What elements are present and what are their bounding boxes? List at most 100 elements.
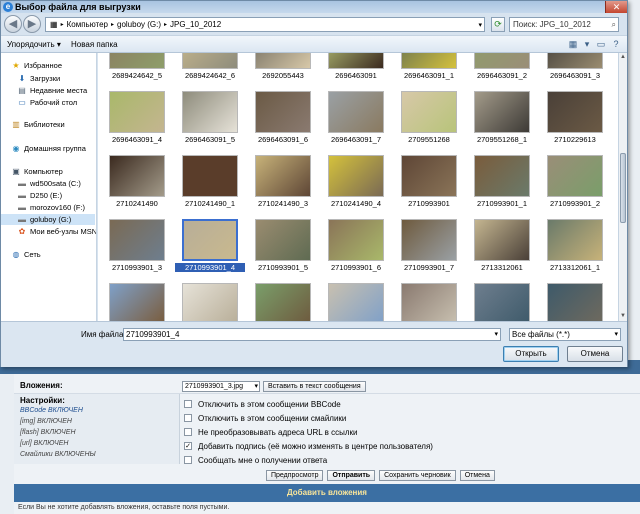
nav-computer[interactable]: ▣ Компьютер bbox=[11, 166, 63, 177]
breadcrumb-computer[interactable]: Компьютер bbox=[67, 20, 108, 29]
option-no-url-links[interactable]: Не преобразовывать адреса URL в ссылки bbox=[184, 426, 358, 438]
forward-arrow-icon[interactable]: ▶ bbox=[23, 15, 41, 33]
preview-pane-icon[interactable]: ▭ bbox=[595, 39, 607, 50]
address-bar[interactable]: ▦ ▸ Компьютер ▸ goluboy (G:) ▸ JPG_10_20… bbox=[45, 17, 485, 32]
file-thumbnail[interactable]: 2696463091_1 bbox=[394, 53, 464, 83]
back-arrow-icon[interactable]: ◀ bbox=[4, 15, 22, 33]
option-disable-smilies[interactable]: Отключить в этом сообщении смайлики bbox=[184, 412, 346, 424]
search-icon[interactable]: ⌕ bbox=[612, 18, 616, 31]
file-thumbnail[interactable]: 2696463091_2 bbox=[467, 53, 537, 83]
nav-drive-c[interactable]: ▬ wd500sata (C:) bbox=[17, 178, 81, 189]
file-thumbnail[interactable]: 2689424642_5 bbox=[102, 53, 172, 83]
file-thumbnail[interactable]: 2696463091_3 bbox=[540, 53, 610, 83]
breadcrumb-drive[interactable]: goluboy (G:) bbox=[117, 20, 161, 29]
scrollbar-thumb[interactable] bbox=[620, 153, 626, 223]
nav-downloads[interactable]: ⬇ Загрузки bbox=[17, 73, 61, 84]
file-thumbnail[interactable]: 2696463091_5 bbox=[175, 91, 245, 147]
nav-network[interactable]: ◍ Сеть bbox=[11, 249, 41, 260]
attachment-file-select[interactable]: 2710993901_3.jpg bbox=[182, 380, 260, 392]
chevron-down-icon[interactable]: ▾ bbox=[494, 329, 498, 340]
file-thumbnail[interactable]: 2710241490_1 bbox=[175, 155, 245, 211]
option-notify-reply[interactable]: Сообщать мне о получении ответа bbox=[184, 454, 327, 466]
add-attachments-bar[interactable]: Добавить вложения bbox=[14, 484, 640, 502]
file-thumbnail[interactable]: 2710993901_3 bbox=[102, 219, 172, 275]
nav-drive-e[interactable]: ▬ D250 (E:) bbox=[17, 190, 62, 201]
attachment-file-row: 2710993901_3.jpg Вставить в текст сообще… bbox=[182, 380, 366, 392]
option-disable-bbcode[interactable]: Отключить в этом сообщении BBCode bbox=[184, 398, 341, 410]
file-thumbnail[interactable]: 2710993901 bbox=[394, 155, 464, 211]
dialog-titlebar[interactable]: e Выбор файла для выгрузки ✕ bbox=[1, 1, 627, 13]
file-thumbnail[interactable]: 2696463091_7 bbox=[321, 91, 391, 147]
file-thumbnail[interactable]: 2696463091 bbox=[321, 53, 391, 83]
vertical-scrollbar[interactable]: ▲ ▼ bbox=[618, 53, 627, 321]
file-thumbnail[interactable]: 2709551268_1 bbox=[467, 91, 537, 147]
chevron-down-icon[interactable]: ▾ bbox=[478, 21, 482, 29]
file-thumbnail[interactable]: 2692055443 bbox=[248, 53, 318, 83]
view-options-icon[interactable]: ▦ bbox=[567, 39, 579, 50]
nav-label: Рабочий стол bbox=[30, 98, 78, 107]
file-thumbnail[interactable]: 134903862664001255 bbox=[467, 283, 537, 321]
nav-drive-f[interactable]: ▬ morozov160 (F:) bbox=[17, 202, 85, 213]
file-thumbnail[interactable]: 2696463091_6 bbox=[248, 91, 318, 147]
nav-libraries[interactable]: ▥ Библиотеки bbox=[11, 119, 64, 130]
file-thumbnail[interactable]: 2710993901_7 bbox=[394, 219, 464, 275]
chevron-right-icon[interactable]: ▸ bbox=[111, 21, 114, 28]
nav-desktop[interactable]: ▭ Рабочий стол bbox=[17, 97, 77, 108]
file-thumbnail[interactable]: 2710241490_4 bbox=[321, 155, 391, 211]
file-thumbnail[interactable]: 2715608560 bbox=[102, 283, 172, 321]
submit-button[interactable]: Отправить bbox=[327, 470, 376, 481]
file-thumbnail[interactable]: 2709551268 bbox=[394, 91, 464, 147]
file-thumbnail[interactable]: 2710241490_3 bbox=[248, 155, 318, 211]
option-add-signature[interactable]: ✓ Добавить подпись (её можно изменять в … bbox=[184, 440, 433, 452]
preview-button[interactable]: Предпросмотр bbox=[266, 470, 324, 481]
open-button[interactable]: Открыть bbox=[503, 346, 559, 362]
refresh-icon[interactable]: ⟳ bbox=[491, 17, 505, 32]
file-thumbnail[interactable]: 2689424642_6 bbox=[175, 53, 245, 83]
scroll-up-icon[interactable]: ▲ bbox=[619, 53, 627, 62]
organize-button[interactable]: Упорядочить ▾ bbox=[7, 40, 61, 49]
forum-cancel-button[interactable]: Отмена bbox=[459, 470, 495, 481]
file-thumbnail[interactable]: 2710993901_4 bbox=[175, 219, 245, 275]
file-thumbnail[interactable]: 2696463091_4 bbox=[102, 91, 172, 147]
file-thumbnail[interactable]: 2713312061_1 bbox=[540, 219, 610, 275]
new-folder-button[interactable]: Новая папка bbox=[71, 40, 118, 49]
file-thumbnail[interactable]: 081091296160t bbox=[321, 283, 391, 321]
save-draft-button[interactable]: Сохранить черновик bbox=[379, 470, 456, 481]
checkbox[interactable] bbox=[184, 456, 192, 464]
nav-drive-g[interactable]: ▬ goluboy (G:) bbox=[1, 214, 95, 225]
checkbox[interactable] bbox=[184, 428, 192, 436]
help-icon[interactable]: ? bbox=[610, 39, 622, 50]
file-thumbnail[interactable]: 13497286177600713 bbox=[394, 283, 464, 321]
file-thumbnail[interactable]: 2710993901_6 bbox=[321, 219, 391, 275]
file-thumbnail[interactable]: 2715620201_4 bbox=[248, 283, 318, 321]
filename-input[interactable]: 2710993901_4 ▾ bbox=[123, 328, 501, 341]
file-thumbnail[interactable]: 2710241490 bbox=[102, 155, 172, 211]
breadcrumb-folder[interactable]: JPG_10_2012 bbox=[170, 20, 221, 29]
cancel-button[interactable]: Отмена bbox=[567, 346, 623, 362]
insert-into-message-button[interactable]: Вставить в текст сообщения bbox=[263, 380, 366, 392]
checkbox-checked[interactable]: ✓ bbox=[184, 442, 192, 450]
image-thumbnail-icon bbox=[401, 155, 457, 197]
file-thumbnail[interactable]: 134903911543005410 bbox=[540, 283, 610, 321]
checkbox[interactable] bbox=[184, 400, 192, 408]
settings-line-bbcode[interactable]: BBCode ВКЛЮЧЕН bbox=[20, 407, 83, 414]
file-thumbnail[interactable]: 2710993901_5 bbox=[248, 219, 318, 275]
filetype-select[interactable]: Все файлы (*.*) ▾ bbox=[509, 328, 621, 341]
chevron-right-icon[interactable]: ▸ bbox=[164, 21, 167, 28]
nav-msn-sites[interactable]: ✿ Мои веб-узлы MSN bbox=[17, 226, 96, 237]
scroll-down-icon[interactable]: ▼ bbox=[619, 312, 627, 321]
file-thumbnail[interactable]: 2713312061 bbox=[467, 219, 537, 275]
nav-recent-places[interactable]: ▤ Недавние места bbox=[17, 85, 87, 96]
image-thumbnail-icon bbox=[109, 53, 165, 69]
nav-favorites[interactable]: ★ Избранное bbox=[11, 60, 62, 71]
file-thumbnail[interactable]: 2710229613 bbox=[540, 91, 610, 147]
search-input[interactable]: Поиск: JPG_10_2012 ⌕ bbox=[509, 17, 619, 32]
nav-homegroup[interactable]: ◉ Домашняя группа bbox=[11, 143, 86, 154]
close-icon[interactable]: ✕ bbox=[605, 1, 627, 13]
chevron-down-icon[interactable]: ▾ bbox=[581, 39, 593, 50]
file-thumbnail[interactable]: 2710993901_1 bbox=[467, 155, 537, 211]
file-thumbnail[interactable]: 2710993901_2 bbox=[540, 155, 610, 211]
checkbox[interactable] bbox=[184, 414, 192, 422]
chevron-down-icon[interactable]: ▾ bbox=[614, 329, 618, 340]
file-thumbnail[interactable]: 2715608560_1 bbox=[175, 283, 245, 321]
